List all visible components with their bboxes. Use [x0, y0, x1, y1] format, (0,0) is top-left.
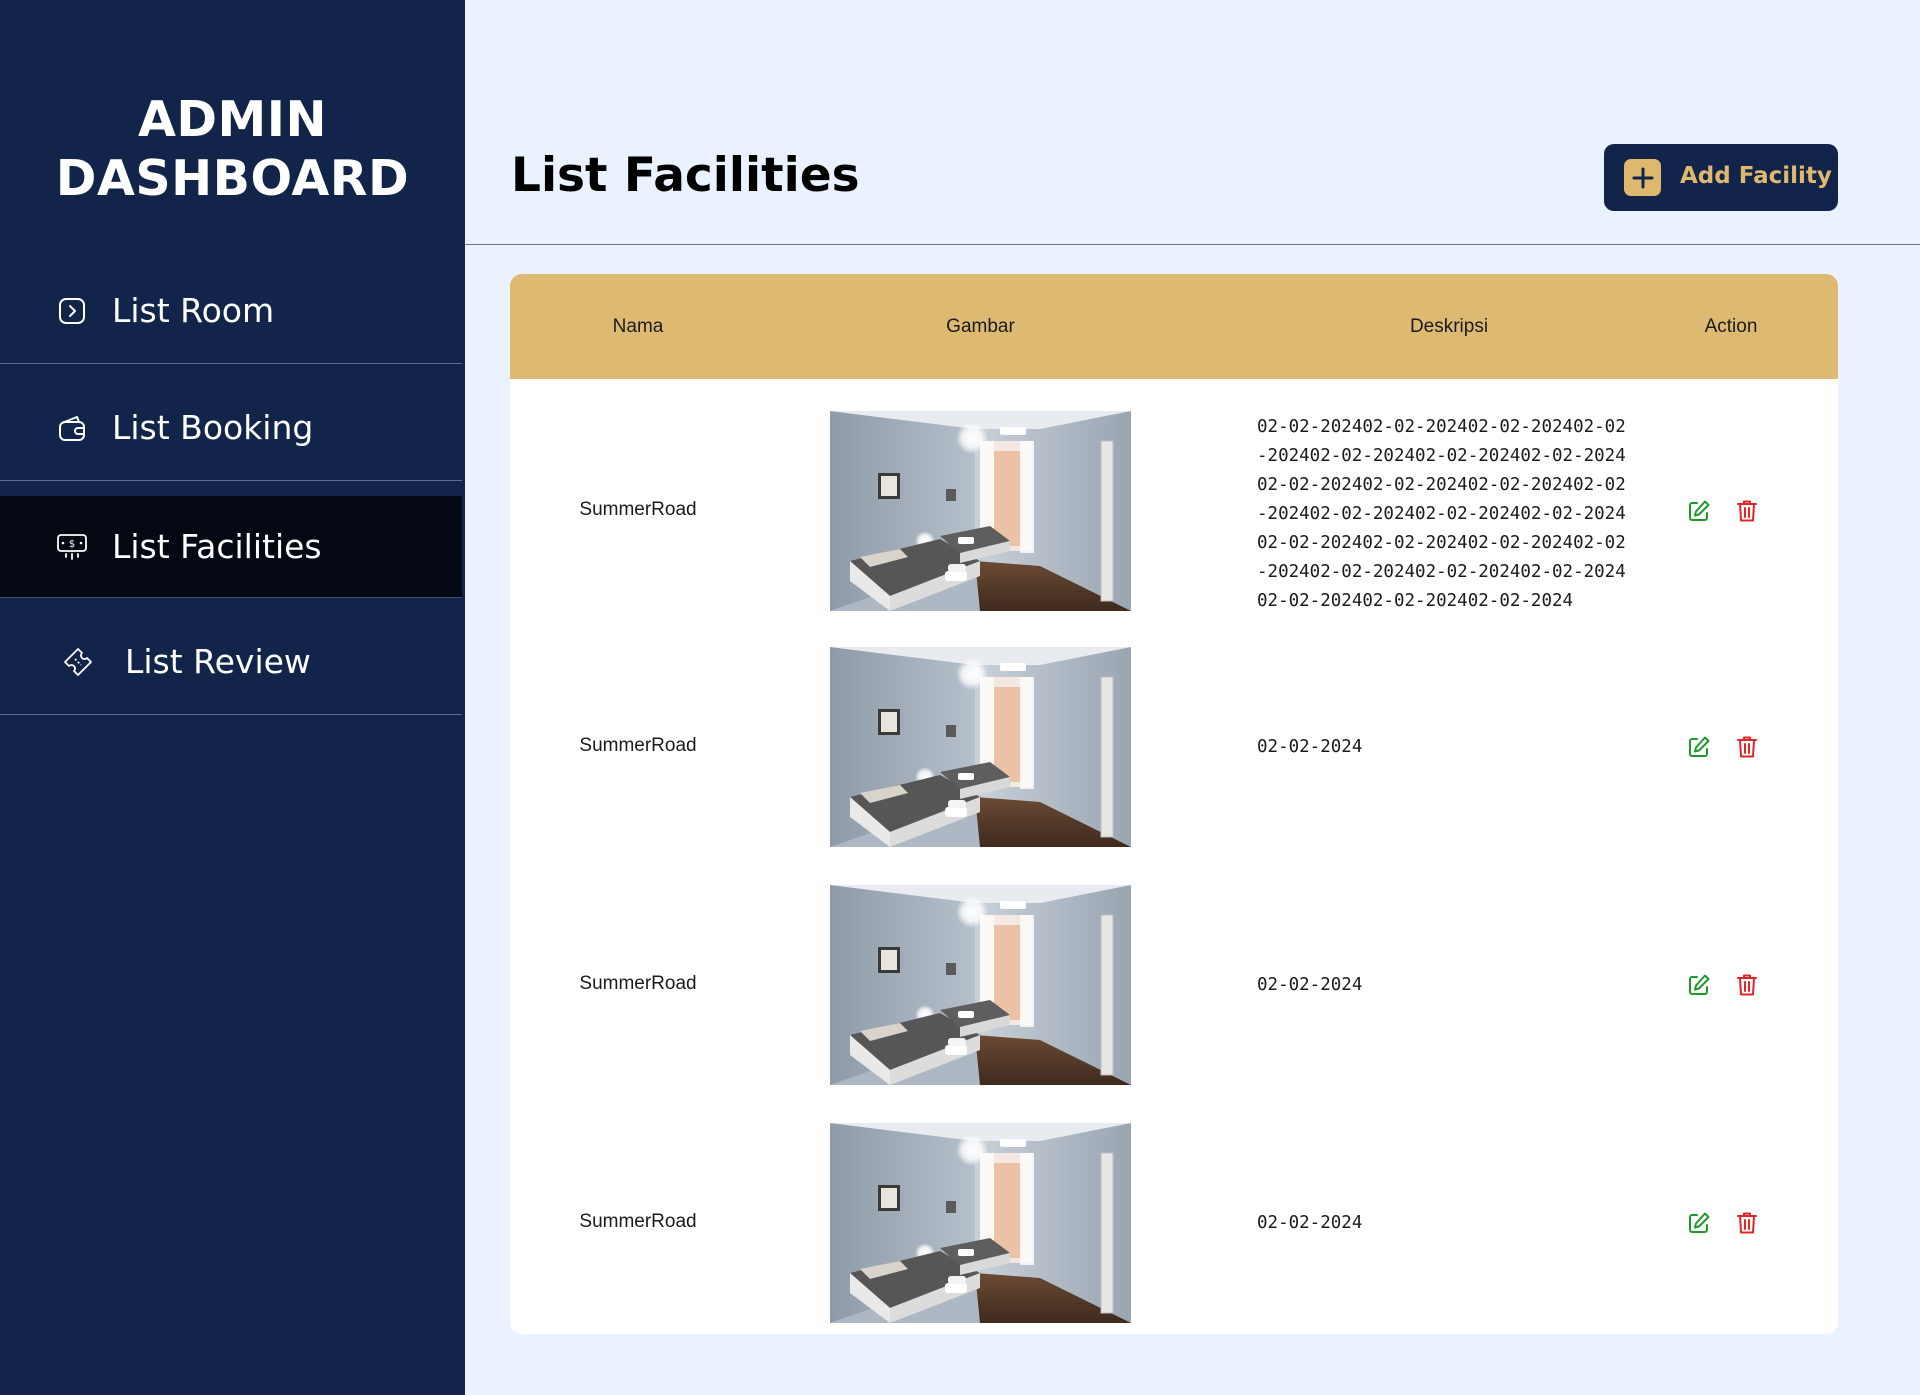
delete-icon[interactable] [1734, 734, 1760, 760]
wallet-icon [56, 412, 88, 444]
edit-icon[interactable] [1686, 734, 1712, 760]
facility-description: 02-02-202402-02-202402-02-202402-02-2024… [1257, 417, 1626, 611]
facility-image [830, 411, 1131, 611]
brand-line-2: DASHBOARD [55, 150, 410, 207]
chevron-right-square-icon [56, 295, 88, 327]
page-header: List Facilities Add Facility [465, 0, 1920, 245]
facility-image [830, 647, 1131, 847]
facility-name: SummerRoad [579, 1211, 697, 1232]
facility-description: 02-02-2024 [1257, 737, 1363, 757]
svg-text:$: $ [69, 539, 75, 550]
column-header-nama: Nama [612, 315, 664, 337]
facility-name: SummerRoad [579, 735, 697, 756]
brand-line-1: ADMIN [137, 91, 328, 148]
delete-icon[interactable] [1734, 1210, 1760, 1236]
delete-icon[interactable] [1734, 498, 1760, 524]
facilities-table: Nama Gambar Deskripsi Action SummerRoad 0… [510, 274, 1838, 1334]
add-facility-label: Add Facility [1680, 163, 1832, 189]
sidebar-item-label: List Booking [112, 408, 314, 447]
sidebar-item-label: List Review [125, 642, 311, 681]
column-header-gambar: Gambar [946, 315, 1015, 337]
sidebar-item-list-room[interactable]: List Room [0, 258, 462, 364]
plus-icon [1624, 159, 1661, 196]
edit-icon[interactable] [1686, 1210, 1712, 1236]
column-header-action: Action [1704, 315, 1758, 337]
edit-icon[interactable] [1686, 498, 1712, 524]
sidebar-item-list-review[interactable]: List Review [0, 609, 462, 715]
sidebar-item-label: List Room [112, 291, 275, 330]
facility-description: 02-02-2024 [1257, 1213, 1363, 1233]
facility-description: 02-02-2024 [1257, 975, 1363, 995]
column-header-deskripsi: Deskripsi [1409, 315, 1489, 337]
facility-name: SummerRoad [579, 973, 697, 994]
cash-register-icon: $ [56, 531, 88, 563]
sidebar-item-list-facilities[interactable]: $ List Facilities [0, 496, 462, 598]
brand-title: ADMIN DASHBOARD [0, 90, 465, 208]
facility-image [830, 885, 1131, 1085]
facility-name: SummerRoad [579, 499, 697, 520]
delete-icon[interactable] [1734, 972, 1760, 998]
sidebar: ADMIN DASHBOARD List Room List Booking $… [0, 0, 465, 1395]
ticket-icon [62, 646, 94, 678]
sidebar-item-label: List Facilities [112, 527, 322, 566]
edit-icon[interactable] [1686, 972, 1712, 998]
table-header: Nama Gambar Deskripsi Action [510, 274, 1838, 379]
facility-image [830, 1123, 1131, 1323]
page-title: List Facilities [511, 148, 860, 203]
add-facility-button[interactable]: Add Facility [1604, 144, 1838, 211]
sidebar-item-list-booking[interactable]: List Booking [0, 375, 462, 481]
